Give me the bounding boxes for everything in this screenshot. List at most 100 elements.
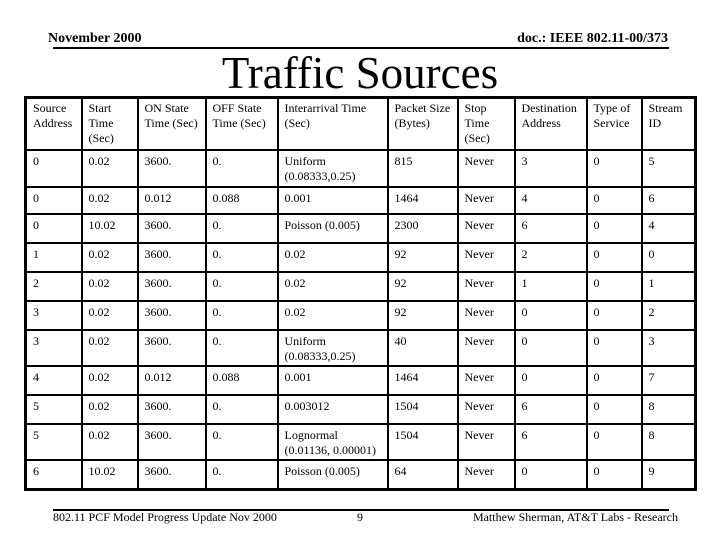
cell-packet-size: 92	[386, 299, 459, 331]
cell-stop-time: Never	[456, 148, 516, 188]
cell-stop-time: Never	[456, 393, 516, 425]
cell-stop-time: Never	[456, 185, 516, 215]
cell-on-state-time: 3600.	[136, 422, 207, 461]
cell-destination-address: 0	[513, 328, 588, 367]
cell-on-state-time: 3600.	[136, 212, 207, 244]
cell-start-time: 0.02	[80, 364, 139, 396]
col-header-source-address: Source Address	[24, 96, 83, 151]
cell-off-state-time: 0.	[204, 299, 279, 331]
cell-stream-id: 3	[640, 328, 697, 367]
cell-source-address: 0	[24, 148, 83, 188]
cell-stop-time: Never	[456, 422, 516, 461]
cell-start-time: 0.02	[80, 422, 139, 461]
cell-type-of-service: 0	[585, 299, 643, 331]
cell-stop-time: Never	[456, 364, 516, 396]
cell-on-state-time: 3600.	[136, 299, 207, 331]
cell-destination-address: 0	[513, 299, 588, 331]
cell-start-time: 0.02	[80, 241, 139, 273]
cell-interarrival-time: 0.02	[276, 299, 389, 331]
cell-interarrival-time: 0.001	[276, 364, 389, 396]
cell-stop-time: Never	[456, 299, 516, 331]
cell-packet-size: 1504	[386, 393, 459, 425]
cell-stream-id: 0	[640, 241, 697, 273]
cell-destination-address: 0	[513, 458, 588, 491]
cell-destination-address: 6	[513, 422, 588, 461]
table-row: 2 0.02 3600. 0. 0.02 92 Never 1 0 1	[24, 270, 697, 302]
cell-off-state-time: 0.	[204, 422, 279, 461]
cell-source-address: 5	[24, 422, 83, 461]
cell-stop-time: Never	[456, 241, 516, 273]
cell-interarrival-time: Poisson (0.005)	[276, 212, 389, 244]
cell-off-state-time: 0.088	[204, 364, 279, 396]
cell-on-state-time: 0.012	[136, 364, 207, 396]
cell-destination-address: 4	[513, 185, 588, 215]
cell-type-of-service: 0	[585, 364, 643, 396]
cell-start-time: 0.02	[80, 393, 139, 425]
cell-packet-size: 92	[386, 241, 459, 273]
cell-type-of-service: 0	[585, 458, 643, 491]
cell-source-address: 5	[24, 393, 83, 425]
cell-type-of-service: 0	[585, 148, 643, 188]
cell-packet-size: 815	[386, 148, 459, 188]
cell-packet-size: 92	[386, 270, 459, 302]
cell-on-state-time: 3600.	[136, 241, 207, 273]
col-header-start-time: Start Time (Sec)	[80, 96, 139, 151]
cell-source-address: 4	[24, 364, 83, 396]
cell-source-address: 2	[24, 270, 83, 302]
cell-start-time: 10.02	[80, 212, 139, 244]
cell-source-address: 3	[24, 328, 83, 367]
cell-destination-address: 6	[513, 212, 588, 244]
table-row: 5 0.02 3600. 0. Lognormal (0.01136, 0.00001)…	[24, 422, 697, 461]
table-row: 3 0.02 3600. 0. 0.02 92 Never 0 0 2	[24, 299, 697, 331]
cell-stop-time: Never	[456, 458, 516, 491]
table-row: 0 0.02 0.012 0.088 0.001 1464 Never 4 0 6	[24, 185, 697, 215]
cell-interarrival-time: Lognormal (0.01136, 0.00001)	[276, 422, 389, 461]
cell-stream-id: 4	[640, 212, 697, 244]
cell-stream-id: 5	[640, 148, 697, 188]
cell-start-time: 0.02	[80, 328, 139, 367]
cell-source-address: 0	[24, 185, 83, 215]
cell-start-time: 0.02	[80, 299, 139, 331]
cell-interarrival-time: 0.003012	[276, 393, 389, 425]
cell-packet-size: 1504	[386, 422, 459, 461]
cell-type-of-service: 0	[585, 328, 643, 367]
header-date: November 2000	[48, 31, 142, 46]
cell-packet-size: 40	[386, 328, 459, 367]
cell-off-state-time: 0.	[204, 148, 279, 188]
cell-stop-time: Never	[456, 328, 516, 367]
cell-interarrival-time: Uniform (0.08333,0.25)	[276, 148, 389, 188]
cell-stream-id: 1	[640, 270, 697, 302]
table-row: 6 10.02 3600. 0. Poisson (0.005) 64 Never 0 0 9	[24, 458, 697, 491]
cell-on-state-time: 3600.	[136, 328, 207, 367]
col-header-off-state-time: OFF State Time (Sec)	[204, 96, 279, 151]
col-header-on-state-time: ON State Time (Sec)	[136, 96, 207, 151]
cell-destination-address: 3	[513, 148, 588, 188]
col-header-packet-size: Packet Size (Bytes)	[386, 96, 459, 151]
table-row: 4 0.02 0.012 0.088 0.001 1464 Never 0 0 7	[24, 364, 697, 396]
cell-on-state-time: 0.012	[136, 185, 207, 215]
cell-interarrival-time: 0.02	[276, 270, 389, 302]
header-doc-id: doc.: IEEE 802.11-00/373	[517, 31, 668, 46]
cell-source-address: 3	[24, 299, 83, 331]
cell-destination-address: 2	[513, 241, 588, 273]
cell-stream-id: 8	[640, 422, 697, 461]
cell-off-state-time: 0.	[204, 270, 279, 302]
cell-stream-id: 7	[640, 364, 697, 396]
col-header-type-of-service: Type of Service	[585, 96, 643, 151]
cell-source-address: 6	[24, 458, 83, 491]
cell-interarrival-time: 0.001	[276, 185, 389, 215]
cell-off-state-time: 0.	[204, 241, 279, 273]
cell-destination-address: 1	[513, 270, 588, 302]
table-row: 5 0.02 3600. 0. 0.003012 1504 Never 6 0 8	[24, 393, 697, 425]
col-header-interarrival-time: Interarrival Time (Sec)	[276, 96, 389, 151]
cell-off-state-time: 0.	[204, 328, 279, 367]
cell-off-state-time: 0.088	[204, 185, 279, 215]
cell-packet-size: 64	[386, 458, 459, 491]
cell-type-of-service: 0	[585, 212, 643, 244]
cell-on-state-time: 3600.	[136, 270, 207, 302]
col-header-stream-id: Stream ID	[640, 96, 697, 151]
cell-start-time: 0.02	[80, 270, 139, 302]
cell-type-of-service: 0	[585, 422, 643, 461]
cell-type-of-service: 0	[585, 393, 643, 425]
cell-interarrival-time: Poisson (0.005)	[276, 458, 389, 491]
